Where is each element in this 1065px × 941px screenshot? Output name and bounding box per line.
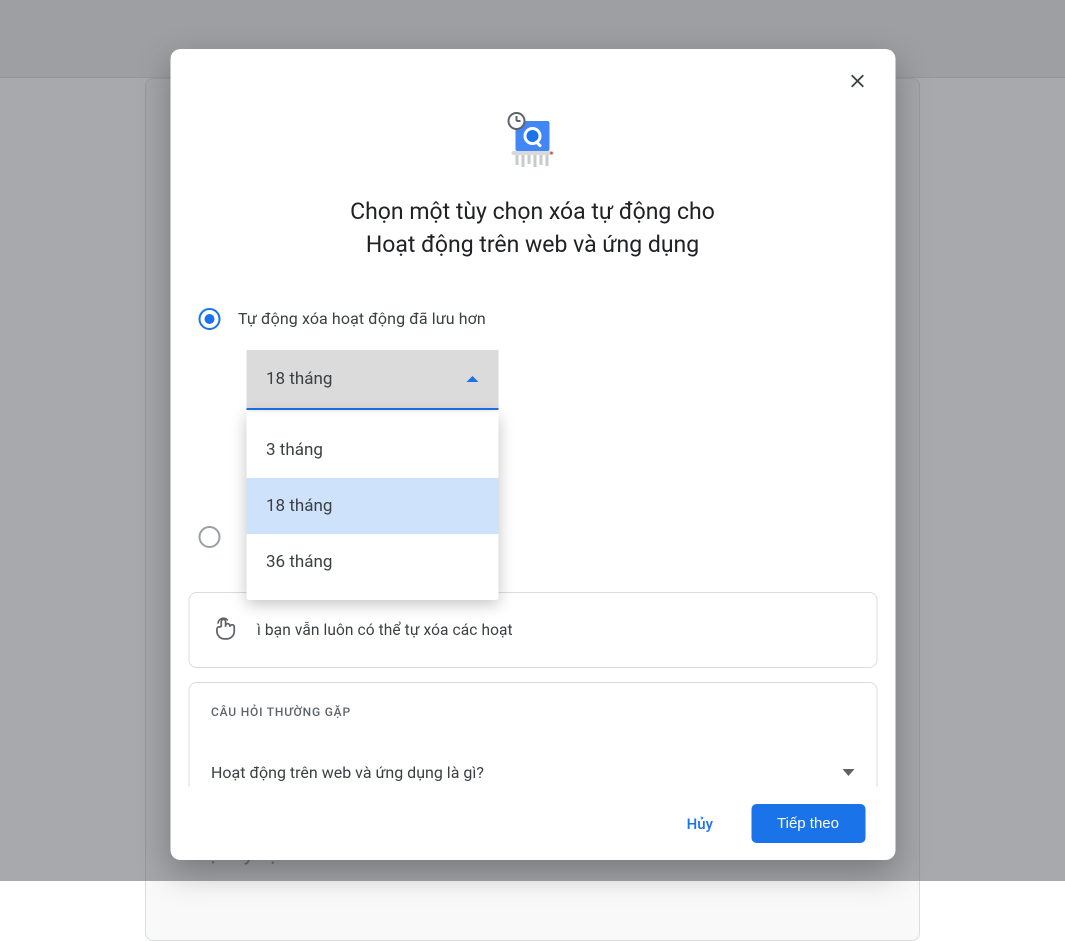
duration-dropdown: 3 tháng 18 tháng 36 tháng (246, 412, 498, 600)
dialog-footer: Hủy Tiếp theo (170, 787, 895, 860)
info-text-partial: ì bạn vẫn luôn có thể tự xóa các hoạt (257, 621, 513, 639)
duration-option-36-months[interactable]: 36 tháng (246, 534, 498, 590)
caret-up-icon (466, 376, 478, 382)
dialog-title: Chọn một tùy chọn xóa tự động cho Hoạt đ… (298, 195, 768, 262)
radio-option-auto-delete[interactable]: Tự động xóa hoạt động đã lưu hơn (188, 302, 877, 336)
faq-item-1[interactable]: Hoạt động trên web và ứng dụng là gì? (211, 763, 854, 782)
faq-card: CÂU HỎI THƯỜNG GẶP Hoạt động trên web và… (188, 682, 877, 787)
chevron-down-icon (842, 769, 854, 776)
duration-select-value: 18 tháng (266, 369, 332, 389)
duration-select: 18 tháng 3 tháng 18 tháng 36 tháng (246, 350, 498, 410)
next-button[interactable]: Tiếp theo (751, 804, 865, 843)
duration-option-18-months[interactable]: 18 tháng (246, 478, 498, 534)
dialog-title-line2: Hoạt động trên web và ứng dụng (366, 231, 699, 258)
close-icon (846, 70, 868, 92)
shredder-search-icon (498, 107, 568, 177)
radio-unselected-icon[interactable] (198, 526, 220, 548)
faq-heading: CÂU HỎI THƯỜNG GẶP (211, 705, 854, 719)
duration-select-trigger[interactable]: 18 tháng (246, 350, 498, 410)
cancel-button[interactable]: Hủy (677, 807, 723, 841)
manual-delete-info-card: ì bạn vẫn luôn có thể tự xóa các hoạt (188, 592, 877, 668)
dialog-scroll-area[interactable]: Chọn một tùy chọn xóa tự động cho Hoạt đ… (170, 49, 895, 787)
radio-option-1-label: Tự động xóa hoạt động đã lưu hơn (238, 309, 486, 328)
radio-selected-icon[interactable] (198, 308, 220, 330)
touch-icon (211, 615, 237, 645)
duration-option-3-months[interactable]: 3 tháng (246, 422, 498, 478)
auto-delete-dialog: Chọn một tùy chọn xóa tự động cho Hoạt đ… (170, 49, 895, 860)
dialog-title-line1: Chọn một tùy chọn xóa tự động cho (350, 198, 715, 225)
faq-item-1-label: Hoạt động trên web và ứng dụng là gì? (211, 763, 484, 782)
close-button[interactable] (839, 63, 875, 99)
